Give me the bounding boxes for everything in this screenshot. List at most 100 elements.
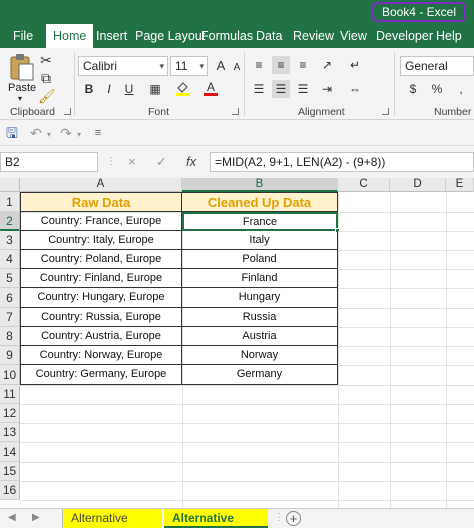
percent-button[interactable]: % bbox=[428, 80, 446, 98]
italic-button[interactable]: I bbox=[100, 80, 118, 98]
font-dialog-launcher[interactable] bbox=[232, 108, 239, 115]
row-header-13[interactable]: 13 bbox=[0, 423, 20, 442]
number-format-select[interactable]: General bbox=[400, 56, 474, 76]
paste-button[interactable]: Paste ▾ bbox=[6, 52, 36, 103]
column-header-a[interactable]: A bbox=[20, 178, 182, 192]
merge-center-icon[interactable]: ⇔ bbox=[346, 80, 364, 98]
orientation-icon[interactable]: ↗ bbox=[318, 56, 336, 74]
table-cell-cleaned[interactable]: Poland bbox=[182, 250, 338, 269]
undo-icon[interactable]: ↶ bbox=[28, 125, 44, 141]
row-header-9[interactable]: 9 bbox=[0, 346, 20, 365]
tab-file[interactable]: File bbox=[13, 24, 33, 48]
align-left-icon[interactable]: ☰ bbox=[250, 80, 268, 98]
save-icon[interactable]: 🖫 bbox=[4, 125, 20, 141]
row-header-3[interactable]: 3 bbox=[0, 231, 20, 250]
table-cell-cleaned[interactable]: Germany bbox=[182, 365, 338, 385]
select-all-corner[interactable] bbox=[0, 178, 20, 192]
row-header-8[interactable]: 8 bbox=[0, 327, 20, 346]
table-cell-cleaned[interactable]: Italy bbox=[182, 231, 338, 250]
table-cell-raw[interactable]: Country: Poland, Europe bbox=[20, 250, 182, 269]
align-middle-icon[interactable]: ≡ bbox=[272, 56, 290, 74]
cancel-icon[interactable]: × bbox=[128, 152, 136, 172]
font-color-icon[interactable]: A bbox=[202, 78, 220, 96]
table-cell-raw[interactable]: Country: Russia, Europe bbox=[20, 308, 182, 327]
add-sheet-icon[interactable]: + bbox=[286, 511, 301, 526]
more-sheets-icon[interactable]: ⋮ bbox=[274, 512, 284, 523]
table-cell-cleaned-selected[interactable]: France bbox=[182, 212, 338, 231]
table-cell-cleaned[interactable]: Finland bbox=[182, 269, 338, 288]
row-header-5[interactable]: 5 bbox=[0, 269, 20, 288]
alignment-dialog-launcher[interactable] bbox=[382, 108, 389, 115]
format-painter-icon[interactable]: 🖌 bbox=[38, 88, 56, 104]
row-header-10[interactable]: 10 bbox=[0, 365, 20, 385]
prev-sheet-icon[interactable]: ◀ bbox=[8, 512, 16, 523]
enter-icon[interactable]: ✓ bbox=[156, 152, 167, 172]
table-cell-cleaned[interactable]: Hungary bbox=[182, 288, 338, 308]
next-sheet-icon[interactable]: ▶ bbox=[32, 512, 40, 523]
header-cleaned-up-data[interactable]: Cleaned Up Data bbox=[182, 192, 338, 212]
more-options-icon[interactable]: ⋮ bbox=[106, 152, 116, 172]
currency-button[interactable]: $ bbox=[404, 80, 422, 98]
name-box[interactable]: B2 bbox=[0, 152, 98, 172]
table-cell-raw[interactable]: Country: Italy, Europe bbox=[20, 231, 182, 250]
underline-button[interactable]: U bbox=[120, 80, 138, 98]
copy-icon[interactable]: ⧉ bbox=[38, 70, 54, 86]
fill-color-icon[interactable] bbox=[174, 79, 192, 97]
sheet-tab-alternative-way3[interactable]: Alternative Way3 bbox=[62, 509, 162, 528]
sheet-tab-alternative-way4[interactable]: Alternative Way4 bbox=[164, 509, 268, 528]
column-header-c[interactable]: C bbox=[338, 178, 390, 192]
insert-function-icon[interactable]: fx bbox=[186, 152, 196, 172]
redo-icon[interactable]: ↷ bbox=[58, 125, 74, 141]
table-cell-cleaned[interactable]: Austria bbox=[182, 327, 338, 346]
tab-data[interactable]: Data bbox=[256, 24, 282, 48]
font-name-select[interactable]: Calibri ▾ bbox=[78, 56, 168, 76]
row-header-1[interactable]: 1 bbox=[0, 192, 20, 212]
tab-home[interactable]: Home bbox=[46, 24, 94, 48]
tab-review[interactable]: Review bbox=[293, 24, 334, 48]
row-header-14[interactable]: 14 bbox=[0, 442, 20, 462]
align-right-icon[interactable]: ☰ bbox=[294, 80, 312, 98]
formula-input[interactable]: =MID(A2, 9+1, LEN(A2) - (9+8)) bbox=[210, 152, 474, 172]
tab-developer[interactable]: Developer bbox=[376, 24, 433, 48]
row-header-2[interactable]: 2 bbox=[0, 212, 20, 231]
borders-icon[interactable]: ▦ bbox=[146, 80, 164, 98]
font-name-value: Calibri bbox=[83, 59, 118, 73]
row-header-6[interactable]: 6 bbox=[0, 288, 20, 308]
align-bottom-icon[interactable]: ≡ bbox=[294, 56, 312, 74]
table-cell-cleaned[interactable]: Russia bbox=[182, 308, 338, 327]
indent-icon[interactable]: ⇥ bbox=[318, 80, 336, 98]
row-header-4[interactable]: 4 bbox=[0, 250, 20, 269]
table-cell-cleaned[interactable]: Norway bbox=[182, 346, 338, 365]
tab-insert[interactable]: Insert bbox=[96, 24, 127, 48]
row-header-11[interactable]: 11 bbox=[0, 385, 20, 404]
bold-button[interactable]: B bbox=[80, 80, 98, 98]
column-header-d[interactable]: D bbox=[390, 178, 446, 192]
table-cell-raw[interactable]: Country: Finland, Europe bbox=[20, 269, 182, 288]
font-size-select[interactable]: 11 ▾ bbox=[170, 56, 208, 76]
column-header-e[interactable]: E bbox=[446, 178, 474, 192]
tab-page-layout[interactable]: Page Layout bbox=[135, 24, 205, 48]
header-raw-data[interactable]: Raw Data bbox=[20, 192, 182, 212]
row-header-7[interactable]: 7 bbox=[0, 308, 20, 327]
clipboard-dialog-launcher[interactable] bbox=[64, 108, 71, 115]
tab-help[interactable]: Help bbox=[436, 24, 462, 48]
customize-toolbar-icon[interactable]: ≡ bbox=[90, 125, 106, 141]
comma-style-icon[interactable]: , bbox=[452, 80, 470, 98]
row-header-12[interactable]: 12 bbox=[0, 404, 20, 423]
table-cell-raw[interactable]: Country: Norway, Europe bbox=[20, 346, 182, 365]
table-cell-raw[interactable]: Country: Austria, Europe bbox=[20, 327, 182, 346]
tab-formulas[interactable]: Formulas bbox=[201, 24, 253, 48]
column-header-b[interactable]: B bbox=[182, 178, 338, 192]
table-cell-raw[interactable]: Country: France, Europe bbox=[20, 212, 182, 231]
chevron-down-icon[interactable]: ▾ bbox=[44, 127, 54, 143]
tab-view[interactable]: View bbox=[340, 24, 367, 48]
table-cell-raw[interactable]: Country: Germany, Europe bbox=[20, 365, 182, 385]
table-cell-raw[interactable]: Country: Hungary, Europe bbox=[20, 288, 182, 308]
wrap-text-icon[interactable]: ↵ bbox=[346, 56, 364, 74]
align-top-icon[interactable]: ≡ bbox=[250, 56, 268, 74]
cut-icon[interactable]: ✂ bbox=[38, 52, 54, 68]
align-center-icon[interactable]: ☰ bbox=[272, 80, 290, 98]
chevron-down-icon[interactable]: ▾ bbox=[74, 127, 84, 143]
row-header-15[interactable]: 15 bbox=[0, 462, 20, 481]
row-header-16[interactable]: 16 bbox=[0, 481, 20, 500]
